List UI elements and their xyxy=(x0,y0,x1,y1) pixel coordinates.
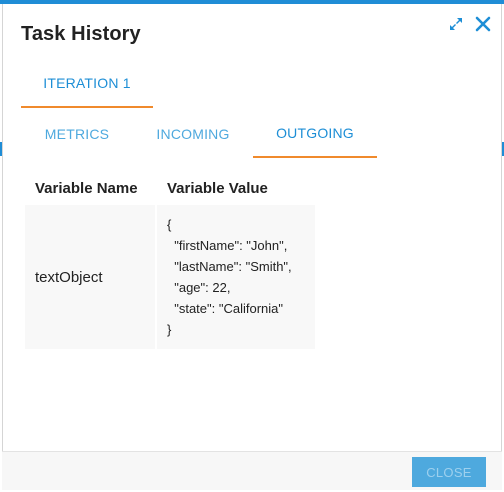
close-button[interactable]: CLOSE xyxy=(412,457,486,487)
table-header-row: Variable Name Variable Value xyxy=(25,176,315,203)
close-icon[interactable] xyxy=(475,16,491,32)
dialog-footer: CLOSE xyxy=(2,451,502,490)
maximize-icon[interactable] xyxy=(449,17,463,31)
tab-iteration-1[interactable]: ITERATION 1 xyxy=(21,60,153,108)
column-header-variable-name: Variable Name xyxy=(35,180,138,197)
dialog-title: Task History xyxy=(21,23,141,45)
json-line: "state": "California" xyxy=(167,301,284,316)
task-history-dialog: Task History ITERATION 1 METRICS INCOMIN… xyxy=(2,4,502,490)
detail-tabs: METRICS INCOMING OUTGOING xyxy=(21,110,377,158)
iteration-tabs: ITERATION 1 xyxy=(21,60,153,108)
tab-outgoing[interactable]: OUTGOING xyxy=(253,110,377,158)
json-line: "lastName": "Smith", xyxy=(167,259,292,274)
variables-table: Variable Name Variable Value textObject … xyxy=(23,174,317,351)
tab-metrics[interactable]: METRICS xyxy=(21,110,133,158)
table-row: textObject { "firstName": "John", "lastN… xyxy=(25,205,315,349)
json-line: "age": 22, xyxy=(167,280,231,295)
json-line: "firstName": "John", xyxy=(167,238,288,253)
json-line: } xyxy=(167,322,172,337)
variable-value-cell: { "firstName": "John", "lastName": "Smit… xyxy=(157,205,315,349)
json-line: { xyxy=(167,217,172,232)
column-header-variable-value: Variable Value xyxy=(167,180,268,197)
dialog-header-actions xyxy=(449,16,491,32)
variable-name-cell: textObject xyxy=(25,205,155,349)
tab-incoming[interactable]: INCOMING xyxy=(133,110,253,158)
